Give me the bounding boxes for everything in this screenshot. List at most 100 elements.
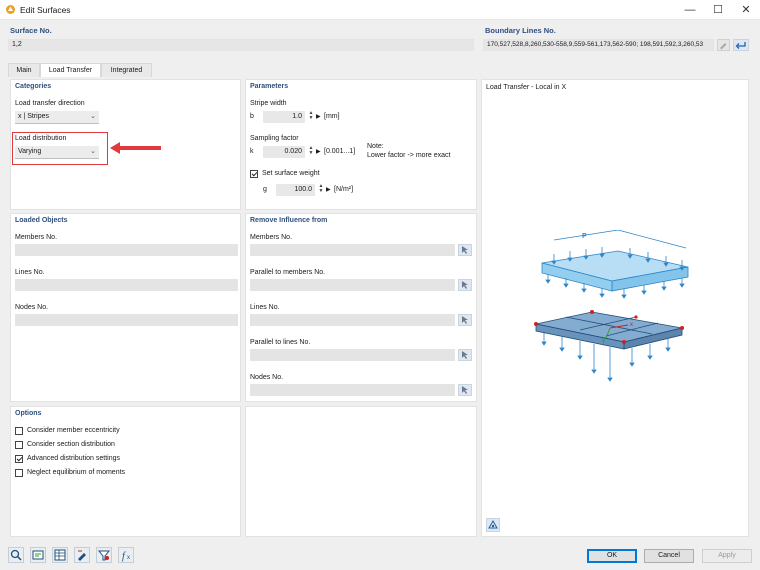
loaded-objects-panel: Loaded Objects Members No. Lines No. Nod…: [10, 213, 241, 402]
window-title: Edit Surfaces: [20, 5, 71, 15]
remove-lines-pick-button[interactable]: [458, 314, 472, 326]
boundary-lines-label: Boundary Lines No.: [485, 26, 556, 35]
remove-members-pick-button[interactable]: [458, 244, 472, 256]
boundary-lines-input[interactable]: 170,527,528,8,260,530-558,9,559-561,173,…: [483, 39, 714, 51]
direction-value: x | Stripes: [18, 113, 49, 120]
stripe-width-input[interactable]: 1.0: [263, 111, 305, 123]
loaded-nodes-input[interactable]: [15, 314, 238, 326]
parallel-members-pick-button[interactable]: [458, 279, 472, 291]
option-eccentricity-checkbox[interactable]: [15, 427, 23, 435]
parallel-lines-label: Parallel to lines No.: [250, 339, 311, 346]
remove-nodes-input[interactable]: [250, 384, 455, 396]
parallel-members-input[interactable]: [250, 279, 455, 291]
formula-button[interactable]: fx: [118, 547, 134, 563]
distribution-select[interactable]: Varying ⌄: [15, 146, 99, 159]
categories-panel: Categories Load transfer direction x | S…: [10, 79, 241, 210]
table-icon: [54, 549, 66, 561]
loaded-members-input[interactable]: [15, 244, 238, 256]
remove-members-input[interactable]: [250, 244, 455, 256]
parameters-panel: Parameters Stripe width b 1.0 ▲ ▼ ▶ [mm] …: [245, 79, 477, 210]
stripe-arrow-icon[interactable]: ▶: [316, 113, 321, 120]
load-transfer-diagram: P x y: [534, 230, 689, 382]
ok-button[interactable]: OK: [587, 549, 637, 563]
categories-title: Categories: [15, 83, 52, 90]
formula-icon: fx: [122, 551, 130, 562]
load-label: P: [582, 233, 587, 240]
sampling-range: [0.001...1]: [324, 148, 356, 155]
remove-nodes-pick-button[interactable]: [458, 384, 472, 396]
dialog-body: Surface No. 1,2 Boundary Lines No. 170,5…: [0, 20, 760, 540]
remove-nodes-label: Nodes No.: [250, 374, 284, 381]
maximize-icon[interactable]: ☐: [704, 0, 732, 20]
svg-text:x: x: [127, 555, 130, 561]
option-section-label: Consider section distribution: [27, 441, 115, 448]
option-section-checkbox[interactable]: [15, 441, 23, 449]
nodes-label: Nodes No.: [15, 304, 49, 311]
tab-main[interactable]: Main: [8, 63, 40, 77]
sampling-input[interactable]: 0.020: [263, 146, 305, 158]
filter-button[interactable]: [96, 547, 112, 563]
select-cursor-icon: [462, 386, 468, 394]
chevron-down-icon: ⌄: [90, 148, 96, 155]
boundary-reverse-button[interactable]: [733, 39, 749, 51]
preview-options-button[interactable]: [486, 518, 500, 532]
k-symbol: k: [250, 148, 254, 155]
options-title: Options: [15, 410, 42, 417]
set-weight-label: Set surface weight: [262, 170, 320, 177]
tab-load-transfer[interactable]: Load Transfer: [40, 63, 101, 78]
close-icon[interactable]: ✕: [732, 0, 760, 20]
select-cursor-icon: [462, 281, 468, 289]
preview-title: Load Transfer - Local in X: [486, 84, 567, 91]
members-label: Members No.: [15, 234, 58, 241]
stripe-width-label: Stripe width: [250, 100, 287, 107]
title-bar: Edit Surfaces — ☐ ✕: [0, 0, 760, 20]
filter-icon: [97, 550, 111, 561]
direction-select[interactable]: x | Stripes ⌄: [15, 111, 99, 124]
option-advanced-label: Advanced distribution settings: [27, 455, 120, 462]
surface-no-input[interactable]: 1,2: [8, 39, 474, 51]
option-advanced-checkbox[interactable]: [15, 455, 23, 463]
remove-lines-input[interactable]: [250, 314, 455, 326]
remove-influence-title: Remove Influence from: [250, 217, 328, 224]
chevron-down-icon: ⌄: [90, 113, 96, 120]
red-arrow-icon: [110, 142, 161, 154]
remove-influence-panel: Remove Influence from Members No. Parall…: [245, 213, 477, 402]
view-settings-icon: [488, 519, 498, 529]
units-button[interactable]: [30, 547, 46, 563]
edit-button[interactable]: [74, 547, 90, 563]
weight-arrow-icon[interactable]: ▶: [326, 186, 331, 193]
parallel-lines-pick-button[interactable]: [458, 349, 472, 361]
note-text: Lower factor -> more exact: [367, 152, 451, 159]
tab-integrated[interactable]: Integrated: [101, 63, 152, 77]
set-weight-checkbox[interactable]: [250, 170, 258, 178]
select-cursor-icon: [462, 316, 468, 324]
distribution-value: Varying: [18, 148, 42, 155]
search-button[interactable]: [8, 547, 24, 563]
weight-input[interactable]: 100.0: [276, 184, 315, 196]
lines-label: Lines No.: [15, 269, 45, 276]
options-panel: Options Consider member eccentricity Con…: [10, 406, 241, 537]
axis-x-label: x: [630, 322, 633, 328]
g-symbol: g: [263, 186, 267, 193]
axis-y-label: y: [602, 338, 605, 344]
table-button[interactable]: [52, 547, 68, 563]
pencil-icon: [720, 43, 727, 50]
option-moments-checkbox[interactable]: [15, 469, 23, 477]
b-symbol: b: [250, 113, 254, 120]
cancel-button[interactable]: Cancel: [644, 549, 694, 563]
sampling-arrow-icon[interactable]: ▶: [316, 148, 321, 155]
loaded-lines-input[interactable]: [15, 279, 238, 291]
distribution-label: Load distribution: [15, 135, 67, 142]
parallel-lines-input[interactable]: [250, 349, 455, 361]
footer-bar: fx OK Cancel Apply: [0, 540, 760, 570]
svg-text:f: f: [122, 551, 126, 562]
preview-panel: Load Transfer - Local in X P x y: [481, 79, 749, 537]
minimize-icon[interactable]: —: [676, 0, 704, 20]
apply-button[interactable]: Apply: [702, 549, 752, 563]
parameters-title: Parameters: [250, 83, 289, 90]
surface-no-label: Surface No.: [10, 26, 52, 35]
select-cursor-icon: [462, 246, 468, 254]
note-title: Note:: [367, 143, 384, 150]
loaded-objects-title: Loaded Objects: [15, 217, 68, 224]
boundary-pick-button[interactable]: [717, 39, 730, 51]
